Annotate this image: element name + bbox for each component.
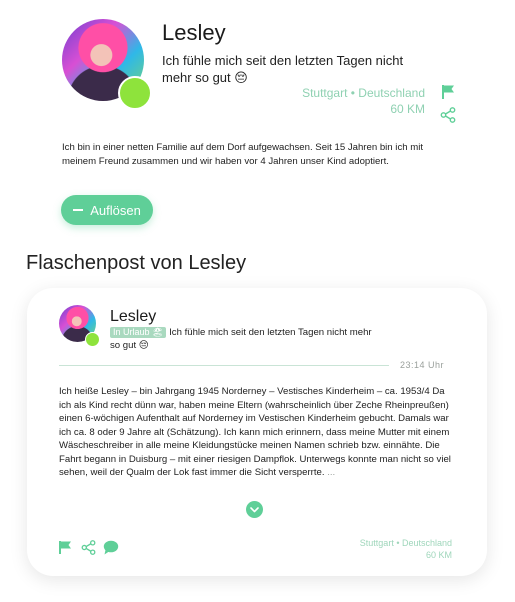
profile-location: Stuttgart • Deutschland	[302, 86, 425, 100]
dissolve-button[interactable]: Auflösen	[61, 195, 153, 225]
minus-icon	[73, 209, 84, 211]
online-status-indicator	[118, 76, 152, 110]
message-text: Ich heiße Lesley – bin Jahrgang 1945 Nor…	[59, 386, 451, 478]
card-distance: 60 KM	[425, 550, 452, 560]
dissolve-button-label: Auflösen	[90, 202, 141, 218]
vacation-badge: In Urlaub 🏖	[110, 327, 167, 338]
profile-name: Lesley	[162, 20, 226, 45]
message-time: 23:14 Uhr	[400, 360, 445, 370]
flag-icon[interactable]	[440, 84, 456, 100]
chevron-down-icon	[250, 506, 259, 512]
profile-tagline: Ich fühle mich seit den letzten Tagen ni…	[162, 53, 404, 85]
expand-button[interactable]	[246, 501, 263, 518]
message-ellipsis: ...	[327, 467, 336, 478]
share-icon[interactable]	[81, 540, 96, 555]
chat-icon[interactable]	[103, 540, 119, 555]
divider	[59, 365, 389, 366]
card-status-line: In Urlaub 🏖 Ich fühle mich seit den letz…	[110, 326, 380, 352]
profile-bio: Ich bin in einer netten Familie auf dem …	[62, 142, 424, 167]
card-author-name: Lesley	[110, 308, 157, 325]
profile-distance: 60 KM	[390, 102, 425, 116]
flag-icon[interactable]	[58, 540, 72, 555]
card-online-status-indicator	[85, 332, 100, 347]
message-body: Ich heiße Lesley – bin Jahrgang 1945 Nor…	[59, 385, 454, 480]
section-title: Flaschenpost von Lesley	[26, 252, 247, 274]
card-location: Stuttgart • Deutschland	[359, 538, 452, 548]
share-icon[interactable]	[440, 107, 456, 123]
